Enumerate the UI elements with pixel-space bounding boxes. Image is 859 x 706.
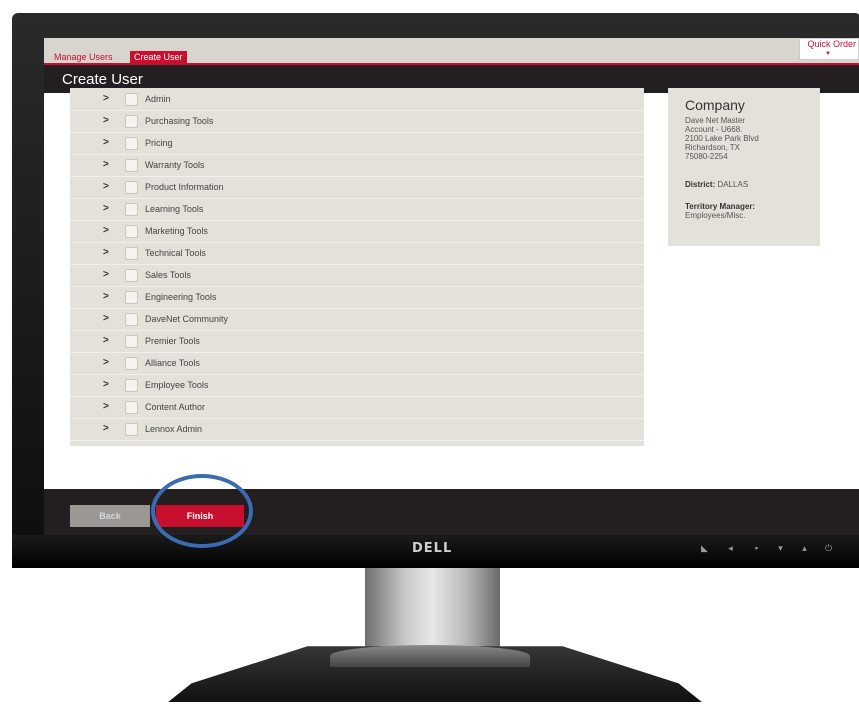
quick-order-label: Quick Order [807, 39, 856, 49]
list-item-label: Warranty Tools [145, 160, 205, 170]
list-item[interactable]: > Sales Tools [70, 264, 644, 287]
chevron-right-icon[interactable]: > [103, 137, 109, 148]
district-label: District: [685, 180, 716, 189]
list-item[interactable]: > Warranty Tools [70, 154, 644, 177]
list-item-label: Employee Tools [145, 380, 209, 390]
chevron-right-icon[interactable]: > [103, 115, 109, 126]
list-item-label: Premier Tools [145, 336, 200, 346]
page-title: Create User [62, 71, 143, 88]
list-item[interactable]: > Learning Tools [70, 198, 644, 221]
list-item-label: Lennox Admin [145, 424, 203, 434]
district-value: DALLAS [717, 180, 749, 189]
list-item[interactable]: > Admin [70, 88, 644, 111]
company-address: Dave Net Master Account - U668. 2100 Lak… [685, 116, 759, 161]
company-heading: Company [685, 97, 745, 113]
monitor-button-icon: ▾ [778, 543, 783, 553]
checkbox[interactable] [125, 181, 138, 194]
chevron-right-icon[interactable]: > [103, 379, 109, 390]
checkbox[interactable] [125, 247, 138, 260]
monitor-power-icon: ⏻ [824, 543, 833, 553]
monitor-brand-logo: DELL [412, 541, 453, 556]
list-item-label: Sales Tools [145, 270, 191, 280]
list-item-label: Product Information [145, 182, 224, 192]
list-item-label: Learning Tools [145, 204, 204, 214]
list-item[interactable]: > Engineering Tools [70, 286, 644, 309]
checkbox[interactable] [125, 225, 138, 238]
list-item-label: Alliance Tools [145, 358, 200, 368]
chevron-right-icon[interactable]: > [103, 225, 109, 236]
checkbox[interactable] [125, 159, 138, 172]
company-info-panel: Company Dave Net Master Account - U668. … [668, 88, 820, 246]
list-item[interactable]: > Alliance Tools [70, 352, 644, 375]
list-item-label: Admin [145, 94, 171, 104]
checkbox[interactable] [125, 203, 138, 216]
checkbox[interactable] [125, 269, 138, 282]
tab-create-user[interactable]: Create User [130, 51, 187, 63]
chevron-right-icon[interactable]: > [103, 159, 109, 170]
chevron-right-icon[interactable]: > [103, 357, 109, 368]
list-item[interactable]: > Employee Tools [70, 374, 644, 397]
list-item[interactable]: > DaveNet Community [70, 308, 644, 331]
monitor-button-icon: ◣ [701, 543, 708, 553]
chevron-right-icon[interactable]: > [103, 269, 109, 280]
chevron-right-icon[interactable]: > [103, 313, 109, 324]
list-item-label: Purchasing Tools [145, 116, 214, 126]
highlight-circle [151, 474, 253, 548]
chevron-right-icon[interactable]: > [103, 401, 109, 412]
monitor-button-icon: ▴ [802, 543, 807, 553]
monitor-stand-neck [365, 568, 500, 648]
list-item[interactable]: > Lennox Admin [70, 418, 644, 441]
monitor-button-icon: ◂ [728, 543, 733, 553]
territory-value: Employees/Misc. [685, 211, 746, 220]
monitor-button-icon: ▪ [754, 543, 759, 553]
screen: Manage Users Create User Quick Order ▼ C… [44, 38, 859, 535]
chevron-right-icon[interactable]: > [103, 203, 109, 214]
chevron-right-icon[interactable]: > [103, 335, 109, 346]
caret-down-icon: ▼ [825, 51, 831, 57]
checkbox[interactable] [125, 115, 138, 128]
district-line: District: DALLAS [685, 180, 815, 189]
checkbox[interactable] [125, 379, 138, 392]
checkbox[interactable] [125, 423, 138, 436]
back-button[interactable]: Back [70, 505, 150, 527]
chevron-right-icon[interactable]: > [103, 181, 109, 192]
list-item[interactable]: > Marketing Tools [70, 220, 644, 243]
checkbox[interactable] [125, 93, 138, 106]
list-item-label: DaveNet Community [145, 314, 229, 324]
checkbox[interactable] [125, 291, 138, 304]
list-item[interactable]: > Content Author [70, 396, 644, 419]
permissions-list: > Admin > Purchasing Tools > Pricing > Warra… [70, 88, 644, 446]
list-item-label: Marketing Tools [145, 226, 208, 236]
monitor-stand-joint [330, 645, 530, 667]
checkbox[interactable] [125, 357, 138, 370]
chevron-right-icon[interactable]: > [103, 291, 109, 302]
chevron-right-icon[interactable]: > [103, 423, 109, 434]
checkbox[interactable] [125, 137, 138, 150]
tab-manage-users[interactable]: Manage Users [50, 51, 117, 63]
territory-line: Territory Manager: Employees/Misc. [685, 202, 815, 220]
list-item-label: Technical Tools [145, 248, 206, 258]
checkbox[interactable] [125, 335, 138, 348]
list-item[interactable]: > Product Information [70, 176, 644, 199]
list-item-label: Engineering Tools [145, 292, 217, 302]
tab-bar: Manage Users Create User Quick Order ▼ [44, 38, 859, 65]
list-item[interactable]: > Pricing [70, 132, 644, 155]
checkbox[interactable] [125, 313, 138, 326]
quick-order-button[interactable]: Quick Order ▼ [799, 38, 859, 60]
list-item[interactable]: > Premier Tools [70, 330, 644, 353]
checkbox[interactable] [125, 401, 138, 414]
list-item[interactable]: > Technical Tools [70, 242, 644, 265]
chevron-right-icon[interactable]: > [103, 93, 109, 104]
chevron-right-icon[interactable]: > [103, 247, 109, 258]
list-item-label: Pricing [145, 138, 173, 148]
territory-label: Territory Manager: [685, 202, 756, 211]
list-item[interactable]: > Purchasing Tools [70, 110, 644, 133]
list-item-label: Content Author [145, 402, 206, 412]
